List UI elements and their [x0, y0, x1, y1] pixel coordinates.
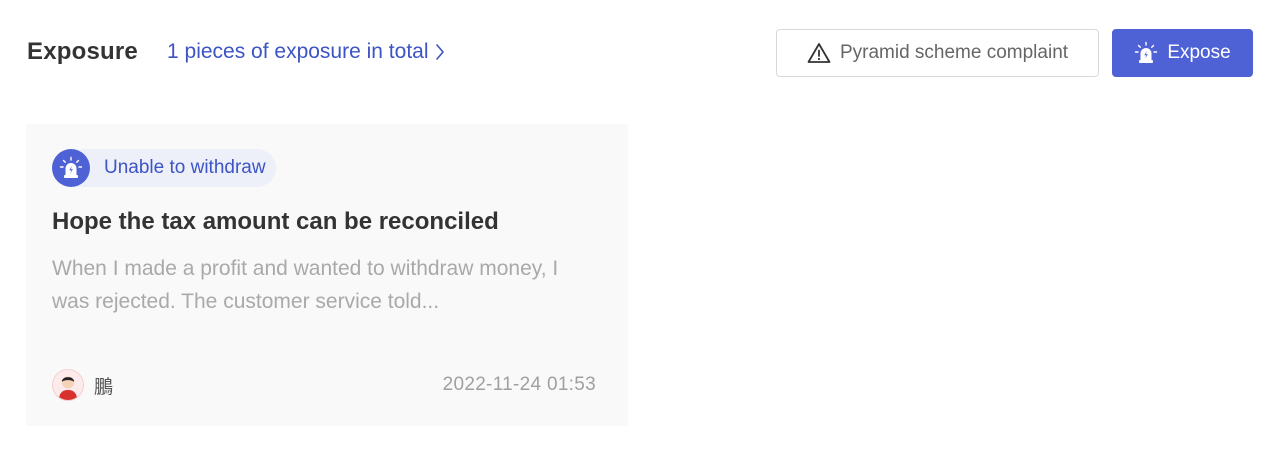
- pyramid-complaint-button[interactable]: Pyramid scheme complaint: [776, 29, 1099, 77]
- exposure-count-label: 1 pieces of exposure in total: [167, 40, 429, 63]
- category-tag: Unable to withdraw: [52, 149, 276, 187]
- warning-icon: [807, 43, 831, 63]
- post-date: 2022-11-24 01:53: [442, 374, 596, 395]
- alarm-light-icon: [1135, 41, 1158, 63]
- exposure-card[interactable]: Unable to withdraw Hope the tax amount c…: [26, 124, 628, 426]
- expose-label: Expose: [1167, 42, 1231, 63]
- card-author: 鵬: [52, 369, 113, 401]
- user-avatar: [52, 369, 84, 401]
- pyramid-complaint-label: Pyramid scheme complaint: [839, 42, 1069, 63]
- exposure-count-link[interactable]: 1 pieces of exposure in total: [167, 40, 445, 64]
- alarm-light-icon: [52, 149, 90, 187]
- expose-button[interactable]: Expose: [1112, 29, 1253, 77]
- card-description: When I made a profit and wanted to withd…: [52, 257, 559, 313]
- author-name: 鵬: [94, 376, 114, 398]
- chevron-right-icon: [435, 44, 444, 60]
- page-title: Exposure: [27, 38, 138, 65]
- category-tag-label: Unable to withdraw: [104, 157, 266, 178]
- card-title: Hope the tax amount can be reconciled: [52, 208, 499, 235]
